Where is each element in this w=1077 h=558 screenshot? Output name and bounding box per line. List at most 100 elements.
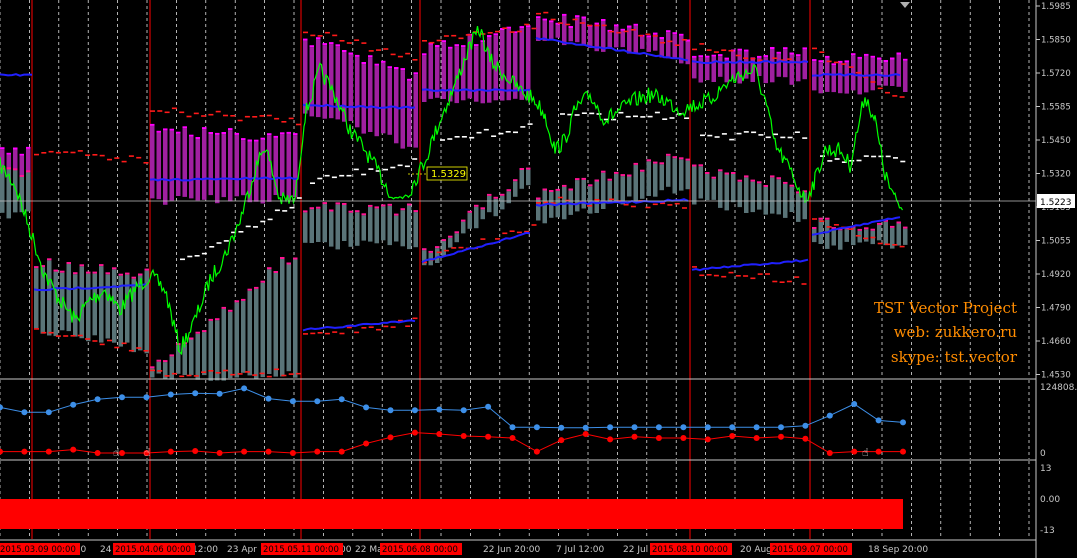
level-dash xyxy=(339,332,345,335)
level-dash xyxy=(491,135,497,137)
level-dash xyxy=(735,54,741,57)
level-dash xyxy=(483,128,489,131)
level-dash xyxy=(187,255,193,258)
level-dash xyxy=(332,331,338,333)
level-dash xyxy=(397,55,403,58)
vector-bar xyxy=(692,166,697,205)
vector-bar xyxy=(309,209,314,243)
vector-bar xyxy=(422,55,427,102)
vector-bar xyxy=(903,60,908,92)
vector-bar xyxy=(335,204,340,250)
vector-bar xyxy=(247,290,252,376)
level-dash xyxy=(899,96,905,98)
vector-bar xyxy=(374,208,379,244)
level-dash xyxy=(164,375,170,377)
level-dash xyxy=(310,34,316,37)
ind1-zero-label: 0 xyxy=(1040,449,1046,459)
vector-bar xyxy=(789,186,794,212)
level-dash xyxy=(346,174,352,177)
level-dash xyxy=(531,224,537,226)
level-dash xyxy=(383,48,389,50)
level-dash xyxy=(758,134,764,136)
vector-bar xyxy=(280,134,285,196)
vector-bar xyxy=(844,62,849,94)
indicator-point xyxy=(143,394,150,401)
indicator-point xyxy=(289,450,296,456)
vector-bar xyxy=(890,59,895,86)
level-dash xyxy=(339,174,345,177)
level-dash xyxy=(594,199,600,201)
watermark-web: web: zukkero.ru xyxy=(893,323,1017,341)
indicator-point xyxy=(582,431,589,437)
level-dash xyxy=(743,131,749,133)
vector-bar xyxy=(562,15,567,46)
level-dash xyxy=(324,31,330,34)
level-dash xyxy=(368,326,374,328)
marker-price-label: 1.5329 xyxy=(431,169,466,180)
level-dash xyxy=(652,203,658,206)
vector-bar xyxy=(506,191,511,204)
level-dash xyxy=(878,155,884,158)
level-dash xyxy=(440,139,445,141)
vector-bar xyxy=(73,274,78,337)
level-dash xyxy=(244,115,250,118)
indicator-point xyxy=(119,450,125,456)
level-dash xyxy=(667,40,673,43)
vector-bar xyxy=(208,134,213,196)
indicator-point xyxy=(119,394,125,401)
level-dash xyxy=(728,271,734,274)
level-dash xyxy=(128,349,134,352)
indicator-point xyxy=(558,424,565,431)
level-dash xyxy=(186,115,192,118)
trading-chart[interactable]: 1.5329 1.5985 1.5850 1.5720 1.5585 1.5450 1.5… xyxy=(0,0,1077,558)
level-dash xyxy=(476,131,482,134)
indicator-point xyxy=(704,436,711,443)
level-dash xyxy=(317,332,323,334)
vector-bar xyxy=(381,62,386,134)
level-dash xyxy=(618,111,624,114)
level-dash xyxy=(870,236,876,239)
indicator-point xyxy=(826,450,833,456)
level-dash xyxy=(209,246,215,248)
vector-bar xyxy=(202,129,207,200)
level-dash xyxy=(772,280,778,283)
vector-bar xyxy=(627,176,632,197)
price-axis-label: 1.4790 xyxy=(1041,304,1071,314)
level-dash xyxy=(77,150,83,152)
level-dash xyxy=(706,49,712,51)
level-dash xyxy=(260,220,266,223)
vector-bar xyxy=(280,259,285,377)
vector-bar xyxy=(241,300,246,373)
level-dash xyxy=(70,335,76,337)
level-dash xyxy=(281,374,287,377)
vector-bar xyxy=(241,140,246,196)
level-dash xyxy=(215,110,221,113)
level-dash xyxy=(565,23,571,26)
indicator-point xyxy=(241,448,248,455)
level-dash xyxy=(487,32,493,34)
vector-bar xyxy=(355,212,360,246)
indicator-point xyxy=(70,401,77,408)
level-dash xyxy=(55,335,61,337)
indicator-point xyxy=(265,448,272,455)
indicator-point xyxy=(729,433,736,439)
level-dash xyxy=(223,114,228,117)
indicator-point xyxy=(509,424,516,431)
indicator-point xyxy=(216,450,223,456)
indicator-point xyxy=(533,448,540,455)
indicator-point xyxy=(216,390,223,397)
vector-bar xyxy=(896,54,901,87)
vector-bar xyxy=(293,135,298,198)
vector-bar xyxy=(441,241,446,257)
level-dash xyxy=(157,110,163,112)
level-dash xyxy=(557,22,563,24)
indicator-point xyxy=(21,448,28,455)
vector-bar xyxy=(903,228,908,245)
level-dash xyxy=(574,114,580,116)
vector-bar xyxy=(374,65,379,137)
level-dash xyxy=(259,115,265,117)
level-dash xyxy=(339,40,345,42)
level-dash xyxy=(454,136,460,138)
indicator-point xyxy=(485,433,492,440)
level-dash xyxy=(594,24,600,27)
